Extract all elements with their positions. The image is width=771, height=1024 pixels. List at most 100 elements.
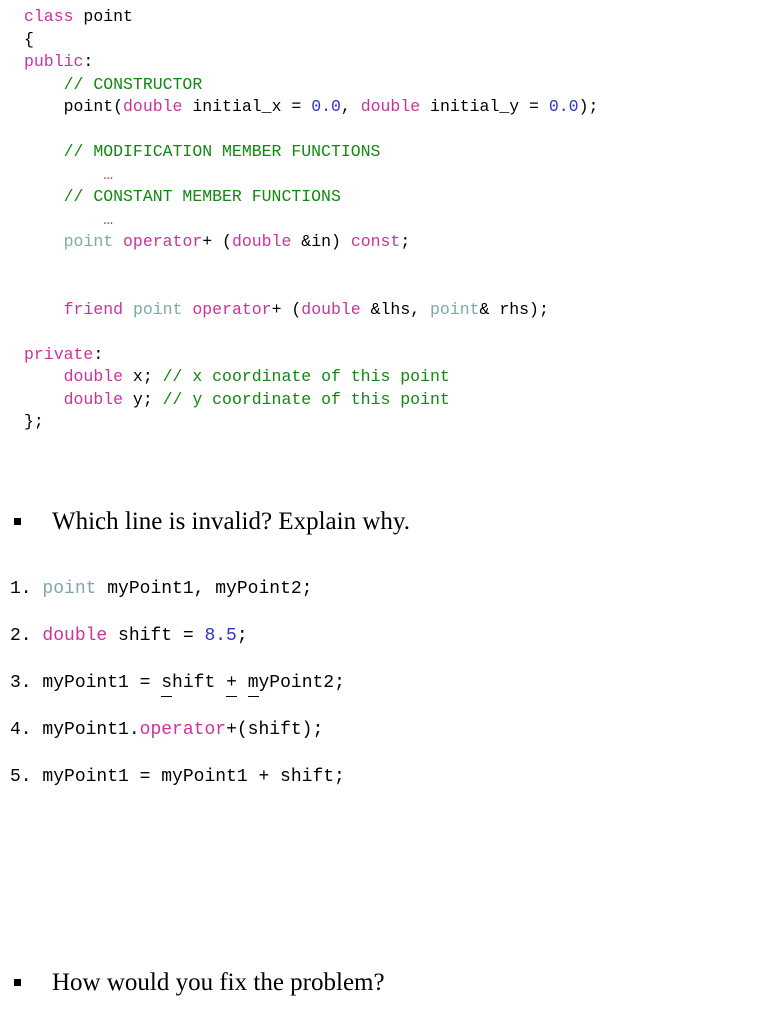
code-token: }; <box>24 412 44 431</box>
numbered-code-line: 2. double shift = 8.5; <box>10 625 248 647</box>
code-token: // MODIFICATION MEMBER FUNCTIONS <box>63 142 381 161</box>
code-token: &in) <box>291 232 351 251</box>
code-token: +(shift); <box>226 720 324 740</box>
code-token: y; <box>123 389 163 409</box>
code-token: point <box>430 299 480 319</box>
code-token: 0.0 <box>311 97 341 116</box>
code-token: private <box>24 344 94 364</box>
code-token: ; <box>236 626 248 646</box>
code-line: public: <box>0 51 771 74</box>
bullet-how-fix-problem: How would you fix the problem? <box>14 968 385 998</box>
square-bullet-icon <box>14 975 28 988</box>
numbered-code-line: 3. myPoint1 = shift + myPoint2; <box>10 672 345 697</box>
code-line: // MODIFICATION MEMBER FUNCTIONS <box>0 141 771 164</box>
numbered-code-line: 1. point myPoint1, myPoint2; <box>10 578 312 600</box>
code-block: class point{public: // CONSTRUCTOR point… <box>0 6 771 434</box>
code-token: double <box>63 367 124 386</box>
code-line: { <box>0 29 771 52</box>
code-token: &lhs, <box>360 299 431 319</box>
code-token: point <box>132 299 183 319</box>
code-token: { <box>24 29 34 49</box>
code-token: double <box>301 299 361 319</box>
code-token: point <box>73 7 133 26</box>
code-token: , <box>340 97 361 116</box>
numbered-code-line: 4. myPoint1.operator+(shift); <box>10 719 323 741</box>
numbered-code-index: 4. <box>10 720 32 740</box>
code-token: // CONSTRUCTOR <box>63 74 203 94</box>
code-token: shift = <box>107 626 205 646</box>
code-token: : <box>93 344 104 364</box>
code-token: double <box>63 389 124 409</box>
code-token: & rhs); <box>479 299 549 319</box>
code-line: }; <box>0 411 771 434</box>
code-line: // CONSTANT MEMBER FUNCTIONS <box>0 186 771 209</box>
code-line: friend point operator+ (double &lhs, poi… <box>0 299 771 322</box>
bullet-which-line-invalid: Which line is invalid? Explain why. <box>14 507 410 537</box>
code-token: point( <box>63 97 124 116</box>
bullet-how-fix-problem-text: How would you fix the problem? <box>52 969 385 996</box>
code-line: point operator+ (double &in) const; <box>0 231 771 254</box>
code-token: ; <box>334 673 345 693</box>
numbered-code-index: 5. <box>10 767 32 787</box>
code-token: public <box>24 52 84 71</box>
code-line: double y; // y coordinate of this point <box>0 389 771 412</box>
code-token: const <box>350 232 401 251</box>
code-token: friend <box>63 299 124 319</box>
code-token: point <box>42 579 97 599</box>
bullet-which-line-invalid-text: Which line is invalid? Explain why. <box>52 508 411 535</box>
code-line: class point <box>0 6 771 29</box>
code-token: point <box>63 232 114 251</box>
code-token: // x coordinate of this point <box>162 367 450 386</box>
square-bullet-icon <box>14 514 28 527</box>
code-token: : <box>83 52 94 71</box>
code-token: double <box>360 97 421 116</box>
code-token: double <box>231 232 292 251</box>
code-token: + ( <box>202 232 232 251</box>
code-line: … <box>0 209 771 232</box>
numbered-code-index: 2. <box>10 626 32 646</box>
code-token: // CONSTANT MEMBER FUNCTIONS <box>63 187 341 206</box>
spellcheck-marked-token: + <box>226 673 237 697</box>
code-token: ); <box>578 97 599 116</box>
code-token: double <box>42 626 108 646</box>
code-token: initial_x = <box>182 97 312 116</box>
code-token: 8.5 <box>204 626 237 646</box>
code-token: + ( <box>271 299 302 319</box>
code-token: operator <box>123 232 203 251</box>
code-token: class <box>24 7 74 26</box>
code-token: myPoint1 = <box>31 673 162 693</box>
code-token: myPoint1 = myPoint1 + shift; <box>31 767 345 787</box>
numbered-code-index: 1. <box>10 579 32 599</box>
code-token: initial_y = <box>420 97 549 116</box>
spellcheck-marked-token: shift <box>161 673 216 697</box>
code-token: // y coordinate of this point <box>162 389 450 409</box>
code-token: myPoint1, myPoint2; <box>96 579 313 599</box>
code-token: … <box>103 164 114 184</box>
code-token: ; <box>400 232 411 251</box>
spellcheck-marked-token: myPoint2 <box>247 673 335 697</box>
code-line: double x; // x coordinate of this point <box>0 366 771 389</box>
numbered-code-index: 3. <box>10 673 32 693</box>
code-line: // CONSTRUCTOR <box>0 74 771 97</box>
code-line: point(double initial_x = 0.0, double ini… <box>0 96 771 119</box>
code-token: myPoint1. <box>31 720 140 740</box>
